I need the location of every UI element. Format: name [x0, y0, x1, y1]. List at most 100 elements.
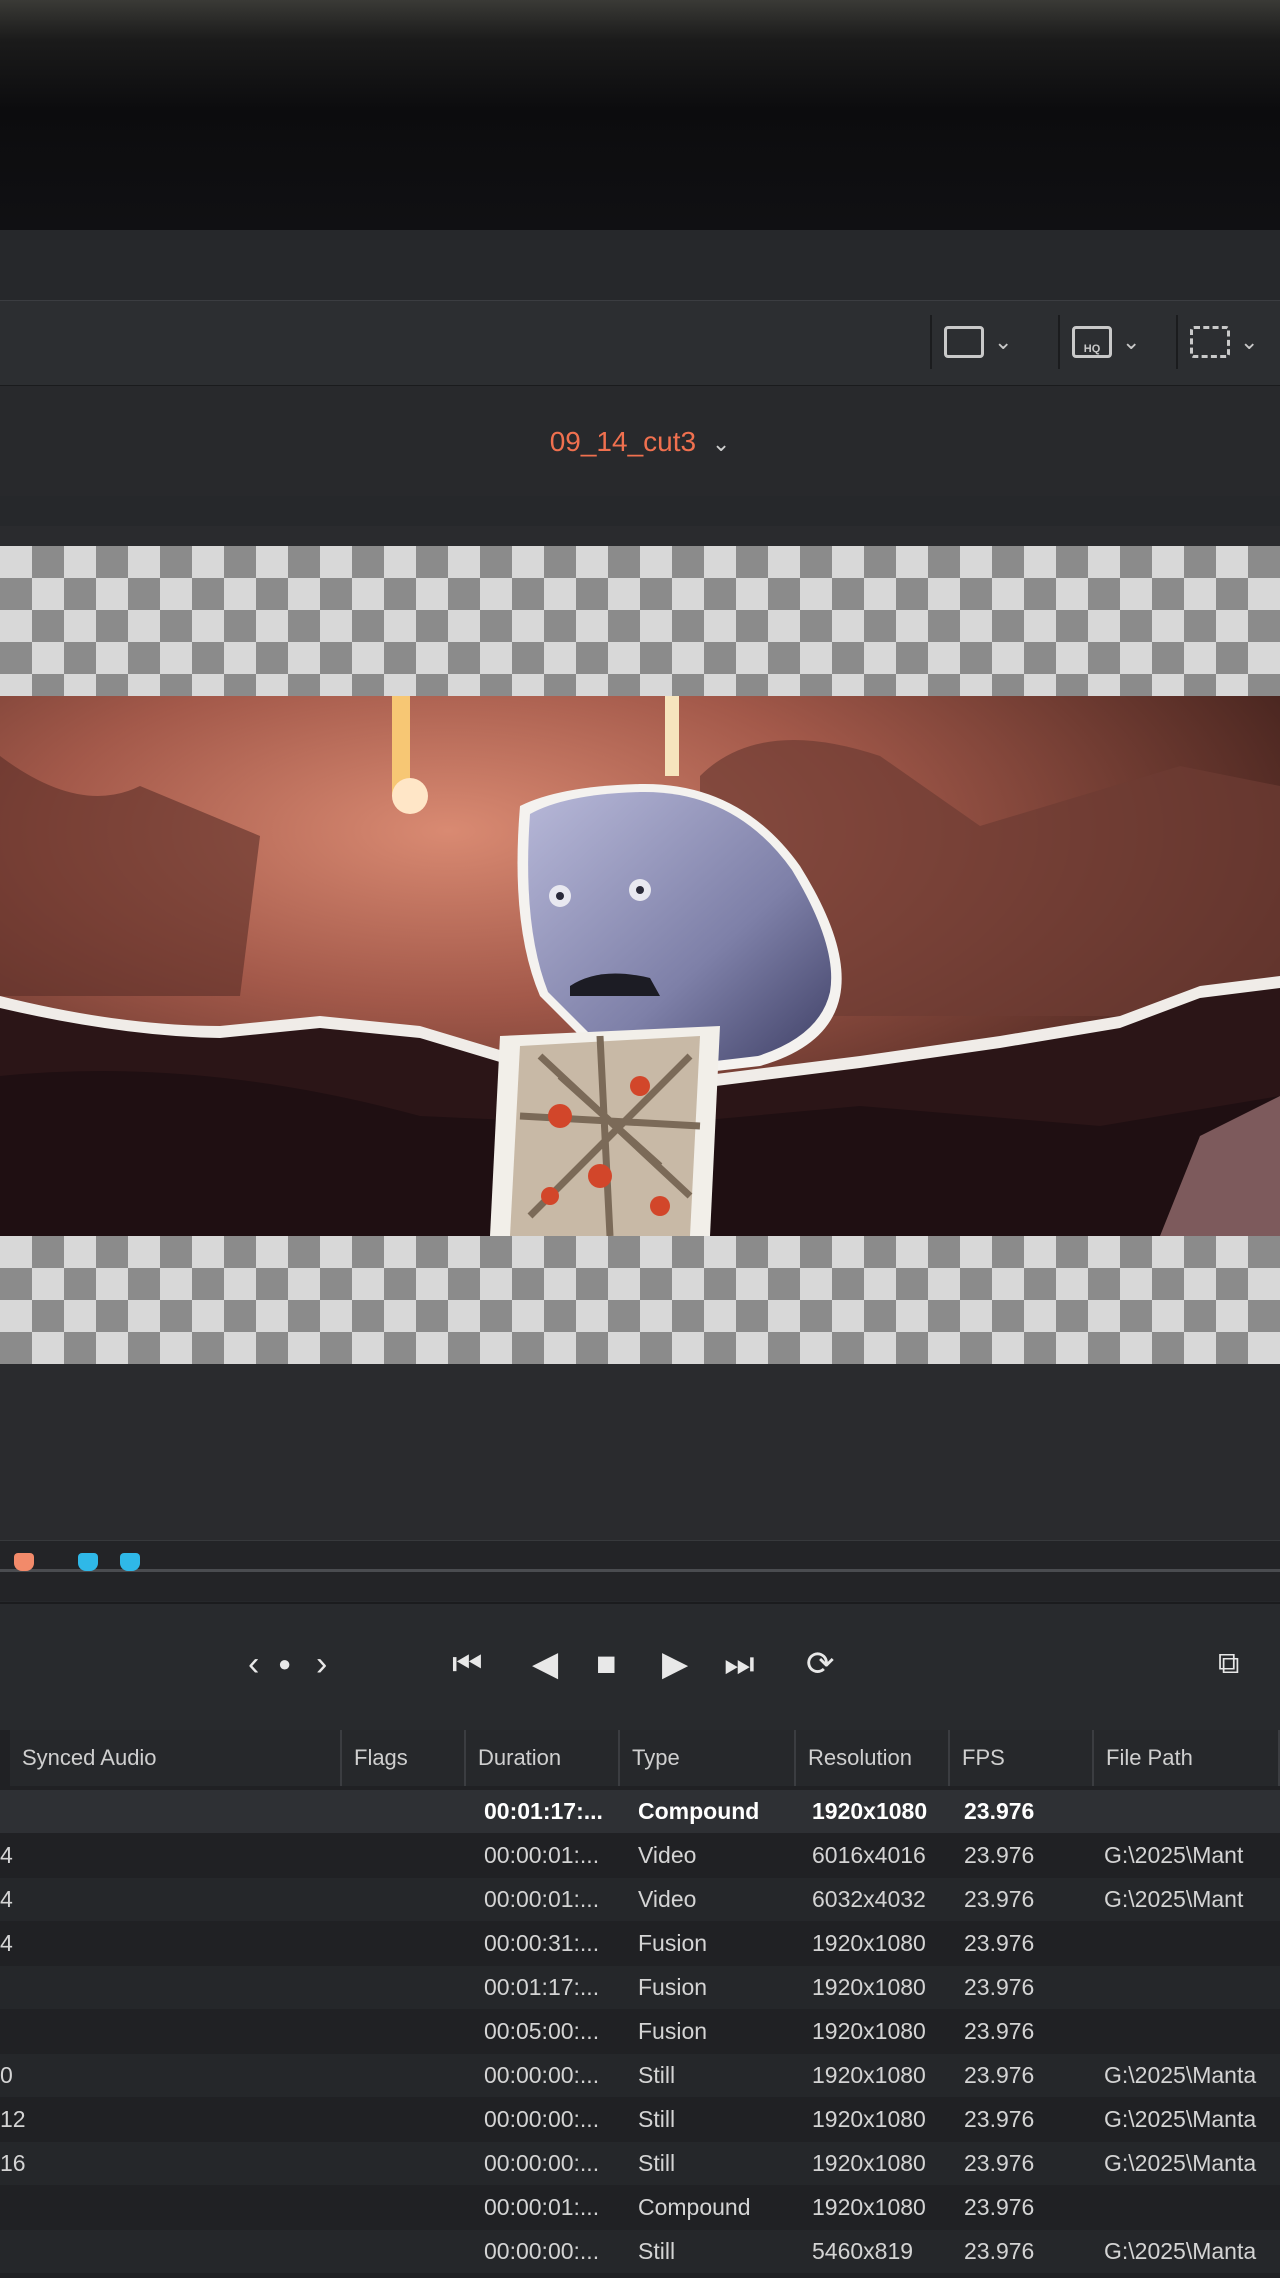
cell-resolution: 1920x1080 — [812, 2150, 926, 2176]
cell-duration: 00:00:01:... — [484, 2194, 600, 2220]
cell-index: 0 — [0, 2062, 13, 2088]
playhead-marker[interactable] — [14, 1553, 34, 1571]
cell-duration: 00:00:01:... — [484, 1842, 600, 1868]
cell-duration: 00:01:17:... — [484, 1974, 600, 2000]
next-edit-button[interactable]: › — [316, 1644, 327, 1684]
chevron-down-icon: ⌄ — [994, 329, 1013, 354]
timeline-name-bar: 09_14_cut3 ⌄ — [0, 386, 1280, 496]
cell-resolution: 1920x1080 — [812, 1974, 926, 2000]
cell-index: 12 — [0, 2106, 26, 2132]
column-header-file-path[interactable]: File Path — [1094, 1730, 1280, 1786]
timeline-marker[interactable] — [120, 1553, 140, 1571]
transparency-checkerboard — [0, 546, 1280, 696]
cell-duration: 00:00:00:... — [484, 2062, 600, 2088]
cell-resolution: 1920x1080 — [812, 2062, 926, 2088]
transport-controls: ‹ ● › ⏮ ◀ ■ ▶ ⏭ ⟳ ⧉ — [0, 1602, 1280, 1732]
cell-index: 16 — [0, 2150, 26, 2176]
scrub-track — [0, 1569, 1280, 1572]
cell-file-path: G:\2025\Mant — [1104, 1886, 1244, 1912]
cell-type: Compound — [638, 2194, 751, 2220]
match-frame-icon[interactable]: ⧉ — [1218, 1644, 1239, 1684]
cell-fps: 23.976 — [964, 2238, 1035, 2264]
timeline-selector[interactable]: 09_14_cut3 ⌄ — [0, 426, 1280, 458]
cell-duration: 00:00:00:... — [484, 2106, 600, 2132]
cell-type: Fusion — [638, 2018, 708, 2044]
cell-resolution: 5460x819 — [812, 2238, 914, 2264]
table-row[interactable]: 4 00:00:31:... Fusion 1920x1080 23.976 — [0, 1922, 1280, 1965]
cell-index: 4 — [0, 1886, 13, 1912]
monitor-bezel — [0, 0, 1280, 250]
timeline-name: 09_14_cut3 — [549, 426, 697, 457]
table-row[interactable]: 4 00:00:01:... Video 6016x4016 23.976 G:\2025… — [0, 1834, 1280, 1877]
viewer[interactable] — [0, 526, 1280, 1566]
column-header-type[interactable]: Type — [620, 1730, 796, 1786]
prev-edit-button[interactable]: ‹ — [248, 1644, 259, 1684]
cell-resolution: 6016x4016 — [812, 1842, 926, 1868]
cell-type: Video — [638, 1842, 697, 1868]
viewer-size-button[interactable]: ⌄ — [930, 315, 1024, 369]
video-frame-image — [0, 696, 1280, 1236]
cell-fps: 23.976 — [964, 1886, 1035, 1912]
table-row[interactable]: 00:05:00:... Fusion 1920x1080 23.976 — [0, 2010, 1280, 2053]
jog-dot-icon: ● — [278, 1651, 292, 1676]
cell-type: Still — [638, 2238, 676, 2264]
table-row[interactable]: 12 00:00:00:... Still 1920x1080 23.976 G:\202… — [0, 2098, 1280, 2141]
cell-type: Video — [638, 1886, 697, 1912]
hq-icon: HQ — [1072, 326, 1112, 358]
frame-icon — [944, 326, 984, 358]
table-row[interactable]: 00:00:00:... Still 5460x819 23.976 G:\2025\M… — [0, 2230, 1280, 2273]
resolve-window: ⌄ HQ ⌄ ⌄ 09_14_cut3 ⌄ ‹ ● › ⏮ ◀ ■ ▶ ⏭ ⟳ … — [0, 230, 1280, 2278]
cell-file-path: G:\2025\Manta — [1104, 2238, 1257, 2264]
cell-index: 4 — [0, 1842, 13, 1868]
cell-fps: 23.976 — [964, 2150, 1035, 2176]
table-row[interactable]: 16 00:00:00:... Still 1920x1080 23.976 G:\202… — [0, 2142, 1280, 2185]
cell-fps: 23.976 — [964, 2106, 1035, 2132]
cell-file-path: G:\2025\Manta — [1104, 2062, 1257, 2088]
cell-type: Still — [638, 2106, 676, 2132]
table-row[interactable]: 00:01:17:... Compound 1920x1080 23.976 — [0, 1790, 1280, 1833]
table-row[interactable]: 0 00:00:00:... Still 1920x1080 23.976 G:\2025… — [0, 2054, 1280, 2097]
table-row[interactable]: 4 00:00:01:... Video 6032x4032 23.976 G:\2025… — [0, 1878, 1280, 1921]
table-row[interactable]: 00:00:01:... Compound 1920x1080 23.976 — [0, 2186, 1280, 2229]
cell-fps: 23.976 — [964, 2018, 1035, 2044]
cell-duration: 00:00:01:... — [484, 1886, 600, 1912]
cell-duration: 00:00:00:... — [484, 2150, 600, 2176]
timeline-marker[interactable] — [78, 1553, 98, 1571]
stop-button[interactable]: ■ — [596, 1644, 617, 1684]
chevron-down-icon: ⌄ — [711, 431, 731, 456]
cell-resolution: 1920x1080 — [812, 2106, 926, 2132]
cell-fps: 23.976 — [964, 1842, 1035, 1868]
cell-fps: 23.976 — [964, 2062, 1035, 2088]
column-header-fps[interactable]: FPS — [950, 1730, 1094, 1786]
column-header-duration[interactable]: Duration — [466, 1730, 620, 1786]
cell-duration: 00:00:31:... — [484, 1930, 600, 1956]
transform-icon — [1190, 326, 1230, 358]
skip-to-end-button[interactable]: ⏭ — [724, 1644, 755, 1684]
cell-resolution: 6032x4032 — [812, 1886, 926, 1912]
play-reverse-button[interactable]: ◀ — [532, 1644, 558, 1684]
play-button[interactable]: ▶ — [662, 1644, 688, 1684]
cell-duration: 00:00:00:... — [484, 2238, 600, 2264]
column-header-flags[interactable]: Flags — [342, 1730, 466, 1786]
table-row[interactable]: 00:01:17:... Fusion 1920x1080 23.976 — [0, 1966, 1280, 2009]
cell-fps: 23.976 — [964, 1798, 1035, 1824]
viewer-toolbar: ⌄ HQ ⌄ ⌄ — [0, 300, 1280, 387]
loop-button[interactable]: ⟳ — [806, 1644, 835, 1684]
viewer-scrubber[interactable] — [0, 1540, 1280, 1601]
cell-resolution: 1920x1080 — [812, 1930, 926, 1956]
column-header-resolution[interactable]: Resolution — [796, 1730, 950, 1786]
cell-type: Compound — [638, 1798, 760, 1824]
cell-duration: 00:05:00:... — [484, 2018, 600, 2044]
cell-type: Fusion — [638, 1930, 708, 1956]
column-header-synced-audio[interactable]: Synced Audio — [10, 1730, 342, 1786]
cell-resolution: 1920x1080 — [812, 1798, 928, 1824]
cell-index: 4 — [0, 1930, 13, 1956]
chevron-down-icon: ⌄ — [1122, 329, 1141, 354]
cell-fps: 23.976 — [964, 1974, 1035, 2000]
cell-type: Fusion — [638, 1974, 708, 2000]
playback-quality-button[interactable]: HQ ⌄ — [1058, 315, 1152, 369]
viewer-overlay-button[interactable]: ⌄ — [1176, 315, 1270, 369]
cell-type: Still — [638, 2150, 676, 2176]
cell-fps: 23.976 — [964, 2194, 1035, 2220]
skip-to-start-button[interactable]: ⏮ — [452, 1644, 483, 1684]
